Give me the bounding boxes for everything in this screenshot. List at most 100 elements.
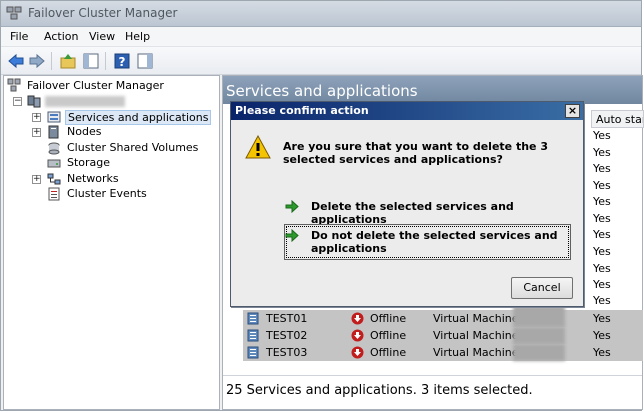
- row-name: TEST02: [266, 329, 308, 342]
- row-status: Offline: [370, 346, 407, 359]
- delete-option-label: Delete the selected services and applica…: [311, 200, 514, 226]
- redacted-cluster-name: [45, 96, 125, 107]
- offline-down-arrow-icon: [351, 329, 364, 342]
- status-bar: 25 Services and applications. 3 items se…: [223, 375, 642, 409]
- help-icon[interactable]: ?: [113, 52, 131, 70]
- row-type: Virtual Machine: [433, 312, 519, 325]
- close-icon[interactable]: ×: [565, 104, 580, 118]
- menu-file[interactable]: File: [10, 30, 28, 43]
- table-row[interactable]: TEST03 Offline Virtual Machine Yes: [243, 344, 643, 361]
- row-autostart: Yes: [593, 329, 611, 342]
- tree-item-events[interactable]: Cluster Events: [7, 186, 217, 202]
- row-name: TEST01: [266, 312, 308, 325]
- offline-down-arrow-icon: [351, 312, 364, 325]
- row-autostart: Yes: [593, 312, 611, 325]
- cluster-manager-icon: [7, 78, 21, 92]
- tree-item-networks[interactable]: + Networks: [7, 171, 217, 187]
- tree-label-root: Failover Cluster Manager: [27, 79, 164, 92]
- status-text: 25 Services and applications. 3 items se…: [226, 383, 533, 398]
- up-folder-icon[interactable]: [59, 52, 77, 70]
- keep-option[interactable]: Do not delete the selected services and …: [285, 229, 565, 257]
- window-title: Failover Cluster Manager: [28, 6, 178, 20]
- menu-view[interactable]: View: [89, 30, 115, 43]
- row-type: Virtual Machine: [433, 346, 519, 359]
- events-icon: [48, 187, 60, 201]
- autostart-value: Yes: [593, 262, 611, 275]
- autostart-value: Yes: [593, 212, 611, 225]
- back-arrow-icon[interactable]: [7, 52, 25, 70]
- storage-icon: [47, 159, 61, 168]
- column-header-autostart[interactable]: Auto start: [591, 110, 644, 128]
- tree-item-services[interactable]: + Services and applications: [7, 109, 217, 125]
- tree-item-cluster[interactable]: −: [7, 94, 217, 110]
- networks-icon: [47, 173, 61, 185]
- autostart-value: Yes: [593, 245, 611, 258]
- autostart-value: Yes: [593, 129, 611, 142]
- title-bar: Failover Cluster Manager: [1, 1, 641, 27]
- tree-label-networks: Networks: [67, 172, 119, 185]
- cluster-app-icon: [6, 6, 22, 20]
- autostart-value: Yes: [593, 179, 611, 192]
- tree-item-storage[interactable]: Storage: [7, 155, 217, 171]
- keep-option-label: Do not delete the selected services and …: [311, 229, 558, 255]
- tree-item-nodes[interactable]: + Nodes: [7, 124, 217, 140]
- table-row[interactable]: TEST01 Offline Virtual Machine Yes: [243, 306, 643, 327]
- warning-icon: [245, 135, 271, 159]
- autostart-value: Yes: [593, 294, 611, 307]
- tree-label-events: Cluster Events: [67, 187, 147, 200]
- delete-option[interactable]: Delete the selected services and applica…: [285, 200, 565, 226]
- expand-icon[interactable]: +: [32, 175, 41, 184]
- toolbar-separator: [51, 52, 52, 70]
- virtual-machine-icon: [247, 346, 259, 359]
- dialog-title: Please confirm action: [235, 104, 369, 117]
- expand-icon[interactable]: +: [32, 128, 41, 137]
- virtual-machine-icon: [247, 312, 259, 325]
- tree-label-nodes: Nodes: [67, 125, 102, 138]
- action-pane-icon[interactable]: [136, 52, 154, 70]
- redacted-owner: [513, 306, 565, 327]
- tree-item-csv[interactable]: Cluster Shared Volumes: [7, 140, 217, 156]
- menu-help[interactable]: Help: [125, 30, 150, 43]
- tree-item-root[interactable]: Failover Cluster Manager: [7, 78, 217, 94]
- svg-text:?: ?: [119, 55, 126, 69]
- app-window: Failover Cluster Manager File Action Vie…: [0, 0, 644, 411]
- row-status: Offline: [370, 329, 407, 342]
- main-header: Services and applications: [223, 76, 642, 104]
- virtual-machine-icon: [247, 329, 259, 342]
- tree-label-csv: Cluster Shared Volumes: [67, 141, 199, 154]
- redacted-owner: [513, 344, 565, 361]
- row-name: TEST03: [266, 346, 308, 359]
- dialog-title-bar: Please confirm action ×: [231, 102, 583, 120]
- expand-icon[interactable]: +: [32, 113, 41, 122]
- offline-down-arrow-icon: [351, 346, 364, 359]
- autostart-value: Yes: [593, 162, 611, 175]
- table-row[interactable]: TEST02 Offline Virtual Machine Yes: [243, 327, 643, 344]
- menu-bar: File Action View Help: [1, 27, 641, 47]
- row-autostart: Yes: [593, 346, 611, 359]
- tree-label-storage: Storage: [67, 156, 111, 169]
- autostart-value: Yes: [593, 228, 611, 241]
- autostart-value: Yes: [593, 146, 611, 159]
- show-hide-tree-icon[interactable]: [82, 52, 100, 70]
- cancel-button[interactable]: Cancel: [511, 277, 573, 299]
- collapse-icon[interactable]: −: [13, 97, 22, 106]
- green-arrow-icon: [285, 200, 299, 213]
- tree-label-services: Services and applications: [65, 110, 212, 125]
- row-status: Offline: [370, 312, 407, 325]
- autostart-value: Yes: [593, 195, 611, 208]
- row-type: Virtual Machine: [433, 329, 519, 342]
- toolbar-separator: [105, 52, 106, 70]
- cluster-node-icon: [27, 95, 41, 108]
- shared-volumes-icon: [48, 142, 60, 155]
- autostart-value: Yes: [593, 278, 611, 291]
- forward-arrow-icon[interactable]: [28, 52, 46, 70]
- tree-pane: Failover Cluster Manager − + Services an…: [3, 75, 220, 410]
- menu-action[interactable]: Action: [44, 30, 78, 43]
- services-icon: [47, 111, 61, 123]
- green-arrow-icon: [285, 229, 299, 242]
- toolbar: ?: [1, 47, 641, 75]
- confirm-question: Are you sure that you want to delete the…: [283, 140, 548, 166]
- redacted-owner: [513, 327, 565, 344]
- nodes-icon: [48, 125, 59, 139]
- page-title: Services and applications: [226, 82, 418, 100]
